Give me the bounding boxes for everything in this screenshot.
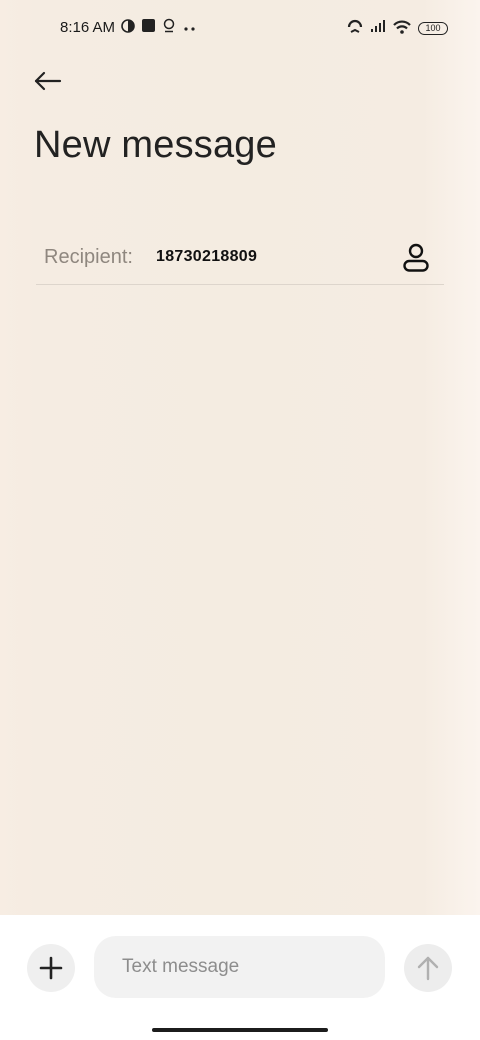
recipient-value[interactable]: 18730218809 (156, 248, 257, 266)
status-time: 8:16 AM (60, 19, 116, 36)
recipient-label: Recipient: (44, 246, 133, 268)
home-indicator[interactable] (152, 1028, 328, 1032)
composer-bar (0, 915, 480, 1040)
add-attachment-button[interactable] (27, 944, 75, 992)
more-dots-icon (182, 19, 198, 36)
page-title: New message (34, 124, 277, 166)
vpn-icon (121, 18, 135, 37)
message-input[interactable] (94, 936, 385, 998)
notification-square-icon (141, 18, 156, 37)
status-right: 100 (346, 18, 448, 38)
message-screen: 8:16 AM 100 New message Recipient: 18730… (0, 0, 480, 915)
signal-icon (370, 19, 386, 37)
send-arrow-icon (417, 956, 439, 981)
wifi-icon (392, 19, 412, 38)
hotspot-icon (346, 18, 364, 38)
recipient-row[interactable]: Recipient: 18730218809 (36, 232, 444, 285)
battery-icon: 100 (418, 21, 448, 35)
location-icon (162, 18, 176, 37)
plus-icon (39, 956, 63, 980)
status-left: 8:16 AM (60, 18, 198, 37)
contact-person-icon (403, 243, 429, 272)
send-button[interactable] (404, 944, 452, 992)
status-bar: 8:16 AM 100 (0, 0, 480, 56)
contact-picker-button[interactable] (398, 240, 434, 276)
back-button[interactable] (28, 62, 68, 100)
back-arrow-icon (34, 71, 62, 91)
